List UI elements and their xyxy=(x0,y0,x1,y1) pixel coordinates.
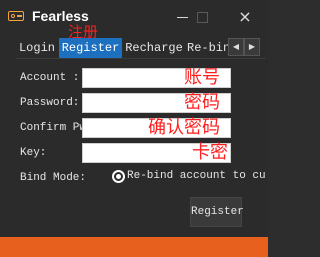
tab-scroll-left-icon[interactable]: ◀ xyxy=(228,38,244,56)
maximize-icon[interactable] xyxy=(190,4,216,30)
bottom-accent-bar xyxy=(0,237,268,257)
register-button[interactable]: Register xyxy=(190,197,244,227)
confirm-password-label: Confirm Pw xyxy=(20,122,87,134)
annotation-password: 密码 xyxy=(184,92,220,113)
close-icon[interactable]: × xyxy=(232,4,258,30)
bind-mode-radio[interactable] xyxy=(112,170,125,183)
bind-mode-label: Bind Mode: xyxy=(20,172,87,184)
register-panel: Account : 账号 Password: 密码 Confirm Pw 确认密… xyxy=(8,58,266,236)
tab-register[interactable]: Register xyxy=(59,38,122,58)
account-label: Account : xyxy=(20,72,80,84)
key-card-icon xyxy=(8,11,24,21)
tab-login[interactable]: Login xyxy=(16,38,58,58)
tab-recharge[interactable]: Recharge xyxy=(124,38,184,58)
annotation-key: 卡密 xyxy=(192,142,228,163)
title-bar[interactable]: Fearless × xyxy=(0,0,268,34)
register-window: Fearless × 注册 Login Register Recharge Re… xyxy=(0,0,268,237)
window-title: Fearless xyxy=(32,8,89,24)
annotation-confirm-password: 确认密码 xyxy=(148,117,220,138)
password-label: Password: xyxy=(20,97,80,109)
bind-mode-option-label[interactable]: Re-bind account to curren xyxy=(127,170,265,182)
annotation-account: 账号 xyxy=(184,67,220,88)
tab-scroll-right-icon[interactable]: ▶ xyxy=(244,38,260,56)
key-label: Key: xyxy=(20,147,47,159)
